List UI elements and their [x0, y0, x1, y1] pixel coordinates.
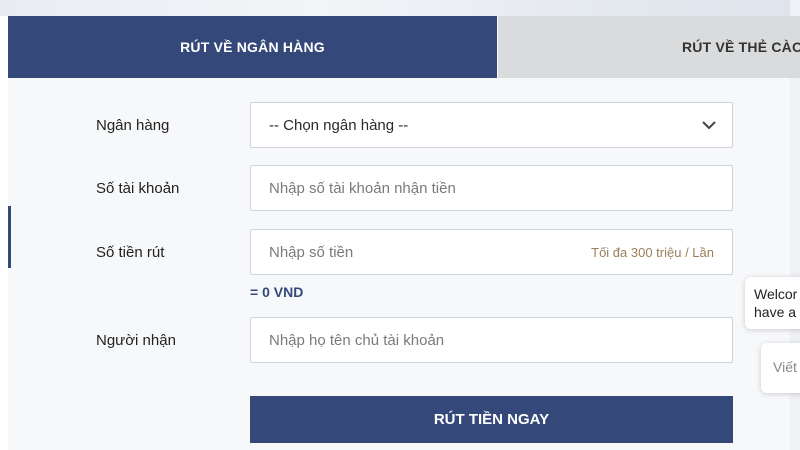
bank-select-value: -- Chọn ngân hàng --	[269, 116, 409, 134]
bank-select[interactable]: -- Chọn ngân hàng --	[250, 102, 733, 148]
left-accent-bar	[8, 206, 11, 268]
recipient-input[interactable]: Nhập họ tên chủ tài khoản	[250, 317, 733, 363]
chevron-down-icon	[702, 121, 716, 130]
converted-amount: = 0 VND	[250, 284, 304, 300]
account-number-label: Số tài khoản	[96, 180, 180, 197]
account-number-input[interactable]: Nhập số tài khoản nhận tiền	[250, 165, 733, 211]
tab-bank-withdraw[interactable]: RÚT VỀ NGÂN HÀNG	[8, 16, 497, 78]
chat-welcome-line2: have a	[754, 304, 797, 320]
amount-input[interactable]: Nhập số tiền Tối đa 300 triệu / Lần	[250, 229, 733, 275]
amount-label: Số tiền rút	[96, 244, 165, 261]
chat-input-placeholder: Viết	[773, 359, 797, 375]
chat-welcome-line1: Welcor	[754, 286, 798, 302]
account-number-placeholder: Nhập số tài khoản nhận tiền	[269, 179, 456, 197]
chat-message-input[interactable]: Viết	[761, 343, 800, 393]
recipient-placeholder: Nhập họ tên chủ tài khoản	[269, 331, 445, 349]
recipient-label: Người nhận	[96, 332, 176, 349]
chat-welcome-bubble[interactable]: Welcor have a	[745, 277, 800, 329]
bank-label: Ngân hàng	[96, 117, 170, 134]
page-background-top	[0, 0, 800, 16]
tab-card-withdraw[interactable]: RÚT VỀ THẺ CÀO	[498, 16, 800, 78]
amount-placeholder: Nhập số tiền	[269, 243, 354, 261]
withdraw-now-button[interactable]: RÚT TIỀN NGAY	[250, 396, 733, 443]
amount-limit-hint: Tối đa 300 triệu / Lần	[591, 244, 714, 260]
